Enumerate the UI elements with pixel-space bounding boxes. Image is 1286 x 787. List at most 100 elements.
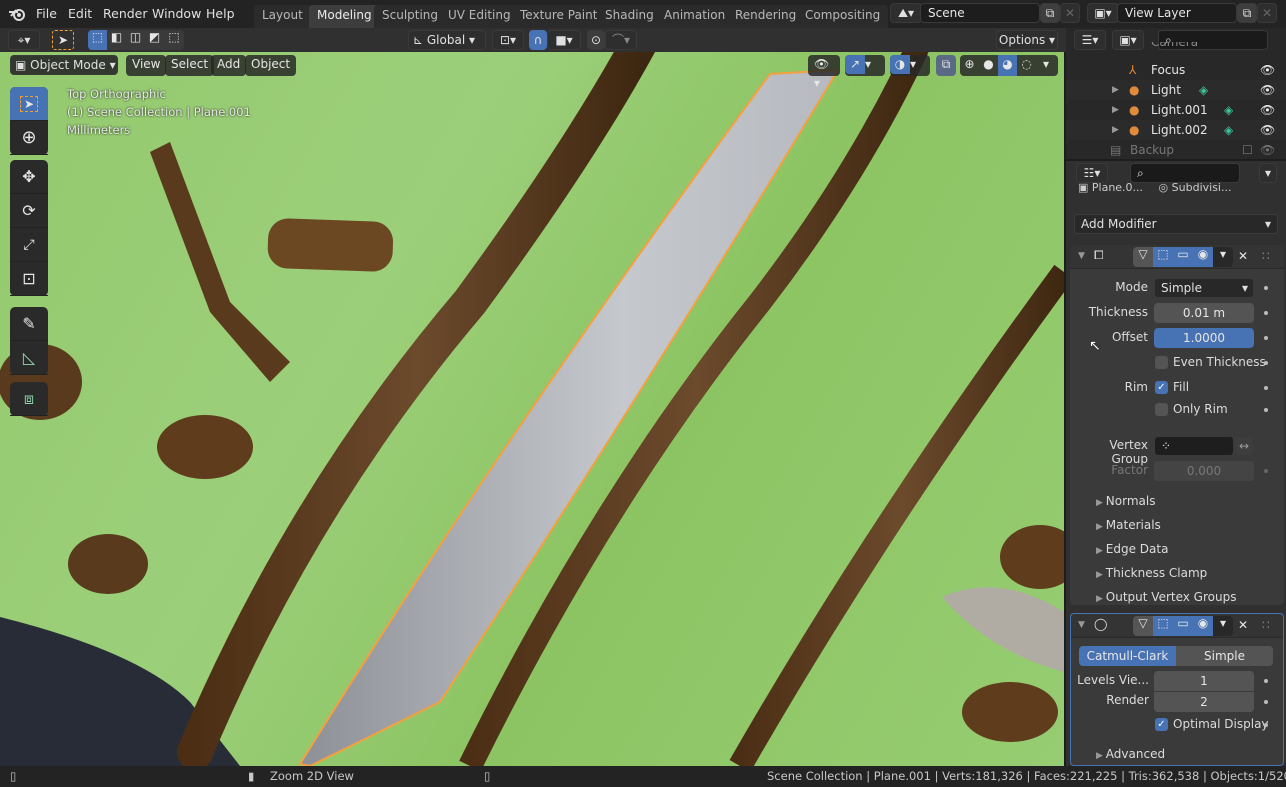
snap-toggle[interactable]: ∩: [529, 30, 547, 50]
eye-icon[interactable]: 👁: [1260, 60, 1275, 80]
keyframe-dot[interactable]: [1264, 679, 1268, 683]
even-thickness-checkbox[interactable]: [1155, 356, 1168, 369]
tab-shading[interactable]: Shading: [597, 5, 662, 28]
material-preview-button[interactable]: ◕: [998, 55, 1017, 76]
outliner-row-light-002[interactable]: ▶ ● Light.002 ◈ 👁: [1066, 120, 1286, 140]
keyframe-dot[interactable]: [1264, 723, 1268, 727]
select-extend-button[interactable]: ◧: [107, 30, 126, 50]
rendered-shading-button[interactable]: ◌: [1017, 55, 1036, 76]
tab-sculpting[interactable]: Sculpting: [374, 5, 447, 28]
delete-modifier-icon[interactable]: ✕: [1238, 618, 1248, 632]
transform-orientation-dropdown[interactable]: ⊾ Global ▾: [408, 30, 486, 50]
menu-add[interactable]: Add: [211, 55, 247, 76]
properties-options-dropdown[interactable]: ▾: [1259, 163, 1277, 183]
solid-shading-button[interactable]: ●: [979, 55, 998, 76]
pivot-point-dropdown[interactable]: ⊡▾: [492, 30, 524, 50]
optimal-display-checkbox[interactable]: ✓: [1155, 718, 1168, 731]
eye-icon[interactable]: 👁: [1260, 120, 1275, 140]
outliner-row-light[interactable]: ▶ ● Light ◈ 👁: [1066, 80, 1286, 100]
gizmo-toggle[interactable]: ↗ ▾: [845, 55, 885, 76]
modifier-menu-dropdown[interactable]: ▾: [1213, 247, 1233, 267]
blender-logo-icon[interactable]: [8, 5, 26, 23]
view-layer-selector-button[interactable]: ▣▾: [1087, 3, 1119, 23]
cage-toggle[interactable]: ⬚: [1153, 616, 1173, 636]
select-new-button[interactable]: ⬚: [88, 30, 107, 50]
outliner-row-backup[interactable]: ▤ Backup ☐ 👁: [1066, 140, 1286, 160]
shading-options-dropdown[interactable]: ▾: [1036, 55, 1056, 76]
subpanel-materials[interactable]: ▶ Materials: [1096, 518, 1161, 532]
visibility-dropdown[interactable]: 👁▾: [808, 55, 840, 90]
subpanel-output-vertex-groups[interactable]: ▶ Output Vertex Groups: [1096, 590, 1236, 604]
proportional-edit-toggle[interactable]: ⊙: [587, 30, 605, 50]
keyframe-dot[interactable]: [1264, 700, 1268, 704]
mode-dropdown[interactable]: Simple ▾: [1154, 278, 1254, 298]
keyframe-dot[interactable]: [1264, 286, 1268, 290]
measure-tool[interactable]: ◺: [10, 341, 48, 375]
render-levels-field[interactable]: 2: [1154, 692, 1254, 712]
xray-toggle[interactable]: ⧉: [936, 55, 956, 76]
expand-icon[interactable]: ▶: [1112, 80, 1119, 100]
menu-file[interactable]: File: [30, 4, 63, 24]
invert-vertex-group-button[interactable]: ↔: [1234, 436, 1254, 456]
menu-window[interactable]: Window: [146, 4, 207, 24]
collapse-icon[interactable]: ▼: [1078, 620, 1085, 630]
properties-editor-type[interactable]: ☷▾: [1076, 163, 1108, 183]
levels-viewport-field[interactable]: 1: [1154, 671, 1254, 691]
menu-object[interactable]: Object: [245, 55, 297, 76]
catmull-clark-button[interactable]: Catmull-Clark: [1079, 646, 1176, 666]
collapse-icon[interactable]: ▼: [1078, 251, 1085, 261]
offset-field[interactable]: 1.0000: [1154, 328, 1254, 348]
tab-modeling[interactable]: Modeling: [309, 5, 380, 28]
factor-field[interactable]: 0.000: [1154, 461, 1254, 481]
thickness-field[interactable]: 0.01 m: [1154, 303, 1254, 323]
edit-mode-toggle[interactable]: ▽: [1133, 247, 1153, 267]
view-layer-name-field[interactable]: View Layer: [1117, 3, 1237, 23]
breadcrumb-modifier[interactable]: Subdivisi...: [1172, 181, 1232, 194]
menu-help[interactable]: Help: [200, 4, 241, 24]
select-subtract-button[interactable]: ◫: [126, 30, 145, 50]
mode-dropdown[interactable]: ▣ Object Mode ▾: [10, 55, 118, 75]
cursor-tool[interactable]: ⊕: [10, 121, 48, 155]
annotate-tool[interactable]: ✎: [10, 307, 48, 341]
rotate-tool[interactable]: ⟳: [10, 194, 48, 228]
menu-edit[interactable]: Edit: [62, 4, 98, 24]
render-toggle[interactable]: ◉: [1193, 247, 1213, 267]
keyframe-dot[interactable]: [1264, 311, 1268, 315]
snap-target-dropdown[interactable]: ■▾: [547, 30, 581, 50]
drag-handle-icon[interactable]: ∷: [1262, 249, 1270, 263]
new-view-layer-button[interactable]: ⧉: [1237, 3, 1257, 23]
transform-tool[interactable]: ⊡: [10, 262, 48, 296]
eye-icon[interactable]: 👁: [1260, 80, 1275, 100]
menu-view[interactable]: View: [126, 55, 167, 76]
eye-icon[interactable]: 👁: [1260, 100, 1275, 120]
tab-uv-editing[interactable]: UV Editing: [440, 5, 519, 28]
cage-toggle[interactable]: ⬚: [1153, 247, 1173, 267]
delete-view-layer-button[interactable]: ✕: [1257, 3, 1277, 23]
breadcrumb-object[interactable]: Plane.0...: [1092, 181, 1143, 194]
modifier-menu-dropdown[interactable]: ▾: [1213, 616, 1233, 636]
subpanel-edge-data[interactable]: ▶ Edge Data: [1096, 542, 1168, 556]
options-dropdown[interactable]: Options ▾: [996, 30, 1058, 50]
select-invert-button[interactable]: ◩: [145, 30, 164, 50]
eye-icon[interactable]: 👁: [1260, 140, 1275, 160]
scene-selector-button[interactable]: ⛰▾: [890, 3, 922, 23]
keyframe-dot[interactable]: [1264, 361, 1268, 365]
delete-scene-button[interactable]: ✕: [1060, 3, 1080, 23]
keyframe-dot[interactable]: [1264, 408, 1268, 412]
tab-compositing[interactable]: Compositing: [797, 5, 889, 28]
viewport-toggle[interactable]: ▭: [1173, 616, 1193, 636]
properties-search-input[interactable]: ⌕: [1130, 163, 1240, 183]
viewport-toggle[interactable]: ▭: [1173, 247, 1193, 267]
keyframe-dot[interactable]: [1264, 336, 1268, 340]
render-toggle[interactable]: ◉: [1193, 616, 1213, 636]
outliner-row-focus[interactable]: ⅄ Focus 👁: [1066, 60, 1286, 80]
overlay-toggle[interactable]: ◑ ▾: [890, 55, 930, 76]
delete-modifier-icon[interactable]: ✕: [1238, 249, 1248, 263]
subpanel-normals[interactable]: ▶ Normals: [1096, 494, 1155, 508]
tab-rendering[interactable]: Rendering: [727, 5, 805, 28]
edit-mode-toggle[interactable]: ▽: [1133, 616, 1153, 636]
fill-checkbox[interactable]: ✓: [1155, 381, 1168, 394]
tab-animation[interactable]: Animation: [656, 5, 734, 28]
3d-viewport[interactable]: ▣ Object Mode ▾ View Select Add Object T…: [0, 52, 1064, 766]
select-box-tool[interactable]: ➤: [10, 87, 48, 121]
